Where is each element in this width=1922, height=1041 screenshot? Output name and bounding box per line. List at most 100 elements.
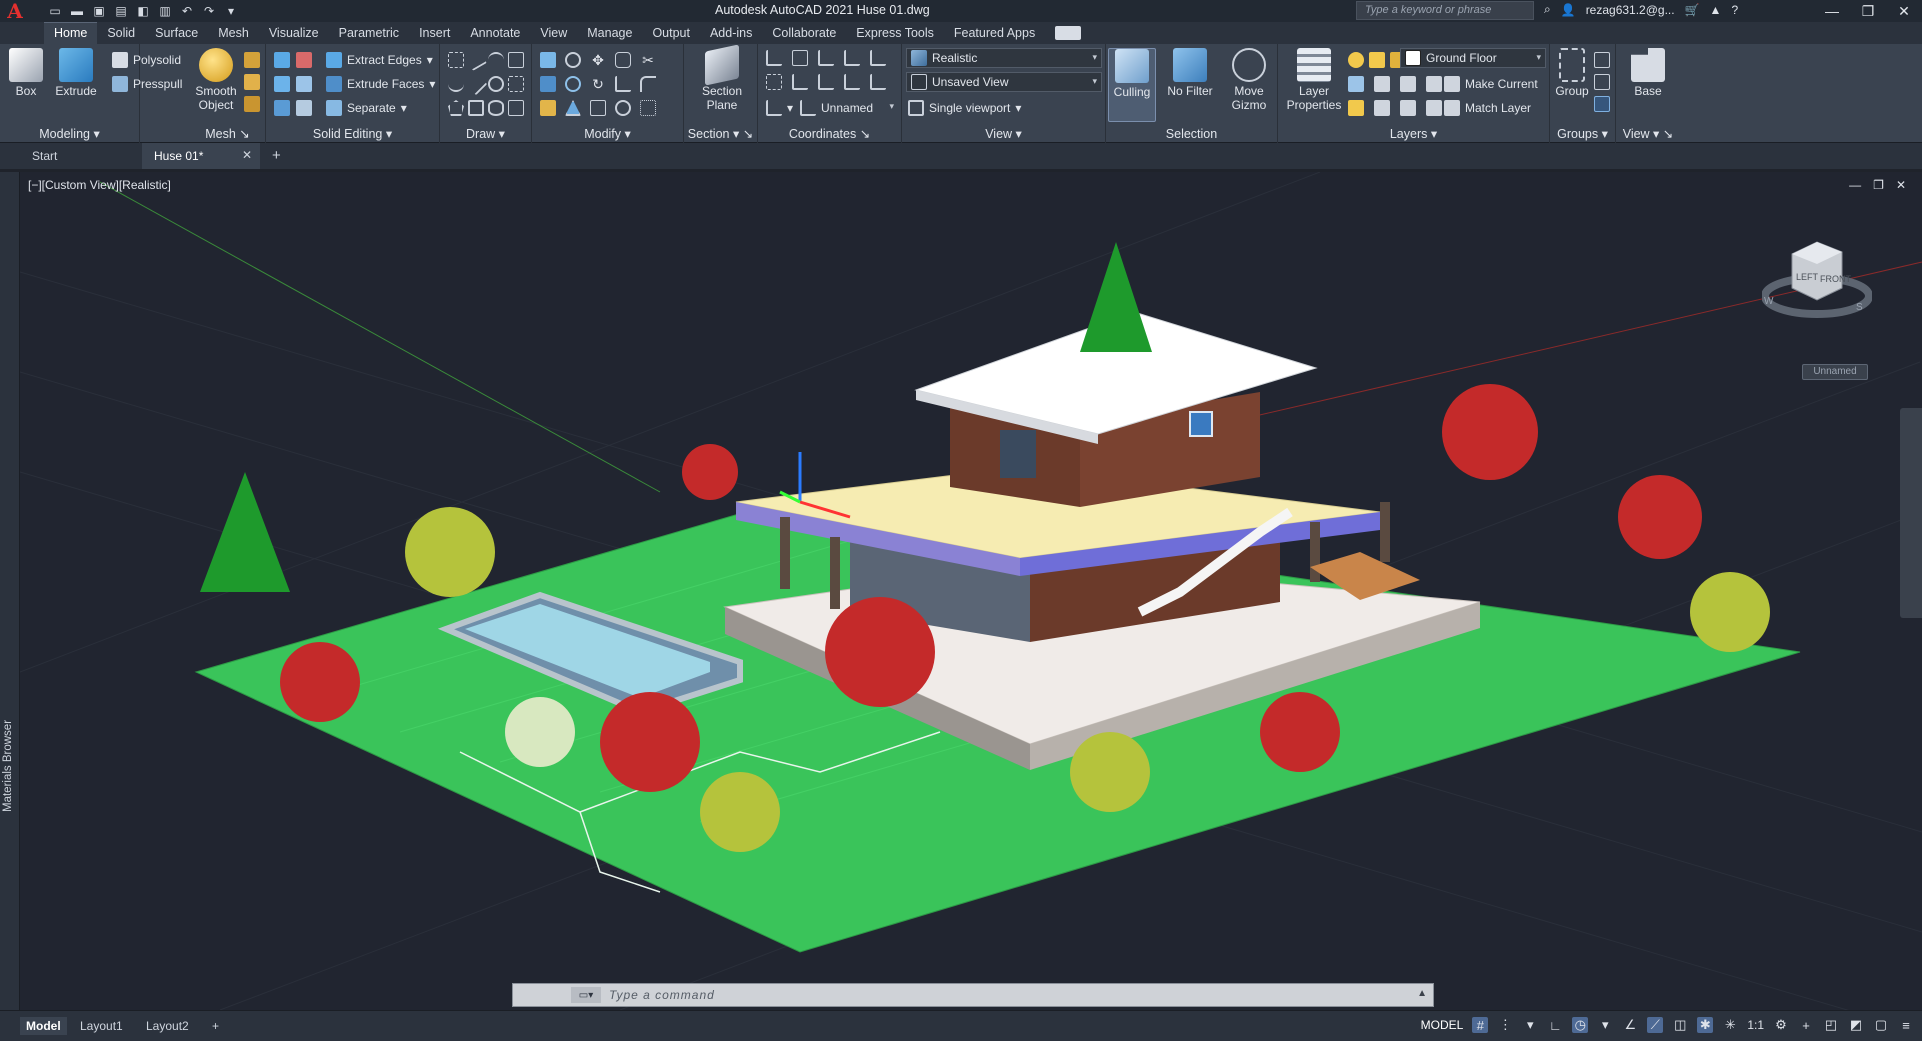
scale-icon[interactable] [590, 100, 606, 116]
viewport-config-button[interactable]: Single viewport ▾ [908, 98, 1021, 118]
vp-close-icon[interactable]: ✕ [1896, 178, 1906, 192]
panel-title-modify[interactable]: Modify ▾ [532, 125, 683, 143]
tab-express-tools[interactable]: Express Tools [846, 23, 944, 44]
saveas-icon[interactable]: ▤ [114, 4, 128, 18]
user-icon[interactable]: 👤 [1561, 3, 1576, 17]
new-tab-button[interactable]: + [260, 143, 293, 169]
ucs-face-icon[interactable] [844, 74, 860, 90]
ucs-x-icon[interactable] [818, 50, 834, 66]
layer-thaw-icon[interactable] [1400, 100, 1416, 116]
panel-title-solid-editing[interactable]: Solid Editing ▾ [266, 125, 439, 143]
ucs-icon[interactable] [766, 50, 782, 66]
undo-icon[interactable]: ↶ [180, 4, 194, 18]
tab-view[interactable]: View [530, 23, 577, 44]
panel-title-mesh[interactable]: Mesh ↘ [190, 125, 265, 143]
polar-icon[interactable]: ◷ [1572, 1017, 1589, 1033]
snap-icon[interactable]: ⋮ [1497, 1017, 1513, 1033]
separate-button[interactable]: Separate ▾ [326, 98, 407, 118]
panel-title-groups[interactable]: Groups ▾ [1550, 125, 1615, 143]
viewcube[interactable]: LEFT FRONT W S [1762, 224, 1872, 334]
base-button[interactable]: Base [1622, 48, 1674, 98]
ucs-z-icon[interactable] [870, 50, 886, 66]
layer-freeze-icon[interactable] [1400, 76, 1416, 92]
ucs-named-button[interactable]: ▾ [766, 98, 793, 118]
copy-icon[interactable] [615, 52, 631, 68]
ucs-object-icon[interactable] [818, 74, 834, 90]
tab-layout1[interactable]: Layout1 [74, 1017, 129, 1035]
panel-title-draw[interactable]: Draw ▾ [440, 125, 531, 143]
hardware-accel-icon[interactable]: ◩ [1848, 1017, 1864, 1033]
3dpoly-icon[interactable] [465, 49, 487, 71]
tab-solid[interactable]: Solid [97, 23, 145, 44]
vp-restore-icon[interactable]: ❐ [1873, 178, 1884, 192]
move-icon[interactable]: ✥ [590, 52, 606, 68]
circle-array-icon[interactable] [565, 76, 581, 92]
ungroup-icon[interactable] [1594, 52, 1610, 68]
annotation-visibility-icon[interactable]: ✱ [1697, 1017, 1714, 1033]
layer-properties-button[interactable]: Layer Properties [1284, 48, 1344, 112]
mesh-refine-icon[interactable] [244, 52, 260, 68]
panel-title-base-view[interactable]: View ▾ ↘ [1616, 125, 1680, 143]
tab-visualize[interactable]: Visualize [259, 23, 329, 44]
annotation-autoscale-icon[interactable]: ✳ [1722, 1017, 1738, 1033]
panel-title-view[interactable]: View ▾ [902, 125, 1105, 143]
ucs-origin-icon[interactable] [766, 74, 782, 90]
panel-title-coordinates[interactable]: Coordinates ↘ [758, 125, 901, 143]
mesh-crease-icon[interactable] [244, 74, 260, 90]
grid-icon[interactable]: # [1472, 1017, 1489, 1033]
layer-unlock-icon[interactable] [1426, 100, 1442, 116]
cart-icon[interactable]: 🛒 [1685, 3, 1700, 17]
tab-start[interactable]: Start [20, 143, 142, 169]
dropdown-icon[interactable]: ▾ [1522, 1017, 1538, 1033]
line-icon[interactable] [464, 72, 488, 96]
customize-icon[interactable]: ▾ [224, 4, 238, 18]
user-name[interactable]: rezag631.2@g... [1586, 3, 1675, 17]
otrack-icon[interactable]: ∠ [1622, 1017, 1638, 1033]
tab-collaborate[interactable]: Collaborate [762, 23, 846, 44]
tab-add-ins[interactable]: Add-ins [700, 23, 762, 44]
panel-title-layers[interactable]: Layers ▾ [1278, 125, 1549, 143]
annotation-scale[interactable]: 1:1 [1747, 1018, 1764, 1032]
extrude-button[interactable]: Extrude [50, 48, 102, 98]
redo-icon[interactable]: ↷ [202, 4, 216, 18]
osnap-icon[interactable]: ▾ [1597, 1017, 1613, 1033]
ucs-3point-icon[interactable] [870, 74, 886, 90]
saved-view-dropdown[interactable]: Unsaved View ▾ [906, 72, 1102, 92]
search-icon[interactable]: ⌕ [1544, 2, 1551, 17]
rotate-icon[interactable]: ↻ [590, 76, 606, 92]
navigation-bar[interactable] [1900, 408, 1922, 618]
web-icon[interactable]: ◧ [136, 4, 150, 18]
search-input[interactable]: Type a keyword or phrase [1356, 1, 1534, 20]
ribbon-toggle-icon[interactable] [1055, 26, 1082, 40]
extrude-faces-button[interactable]: Extrude Faces ▾ [326, 74, 435, 94]
dynamic-ucs-icon[interactable]: ⟋ [1647, 1017, 1664, 1033]
erase-icon[interactable] [540, 100, 556, 116]
group-select-icon[interactable] [1594, 96, 1610, 112]
layer-unisolate-icon[interactable] [1374, 100, 1390, 116]
no-filter-button[interactable]: No Filter [1160, 48, 1220, 98]
print-icon[interactable]: ▥ [158, 4, 172, 18]
culling-button[interactable]: Culling [1108, 48, 1156, 122]
fillet-icon[interactable] [640, 76, 656, 92]
autocad-logo[interactable]: A [0, 0, 30, 23]
viewport-label[interactable]: [−][Custom View][Realistic] [28, 178, 171, 192]
save-icon[interactable]: ▣ [92, 4, 106, 18]
stretch-icon[interactable] [615, 76, 631, 92]
mirror-icon[interactable] [540, 52, 556, 68]
customize-status-icon[interactable]: ≡ [1898, 1017, 1914, 1033]
help-icon[interactable]: ? [1731, 3, 1738, 17]
curve-icon[interactable] [448, 76, 464, 92]
thicken-icon[interactable] [296, 100, 312, 116]
tab-surface[interactable]: Surface [145, 23, 208, 44]
tab-home[interactable]: Home [44, 22, 98, 44]
layer-isolate-icon[interactable] [1374, 76, 1390, 92]
tab-layout2[interactable]: Layout2 [140, 1017, 195, 1035]
visual-style-dropdown[interactable]: Realistic ▾ [906, 48, 1102, 68]
spline-icon[interactable] [508, 52, 524, 68]
intersect-icon[interactable] [274, 76, 290, 92]
group-button[interactable]: Group [1552, 48, 1592, 98]
close-icon[interactable]: ✕ [1886, 0, 1922, 22]
tab-parametric[interactable]: Parametric [329, 23, 409, 44]
tab-mesh[interactable]: Mesh [208, 23, 259, 44]
materials-browser-strip[interactable]: Materials Browser [0, 172, 20, 1010]
